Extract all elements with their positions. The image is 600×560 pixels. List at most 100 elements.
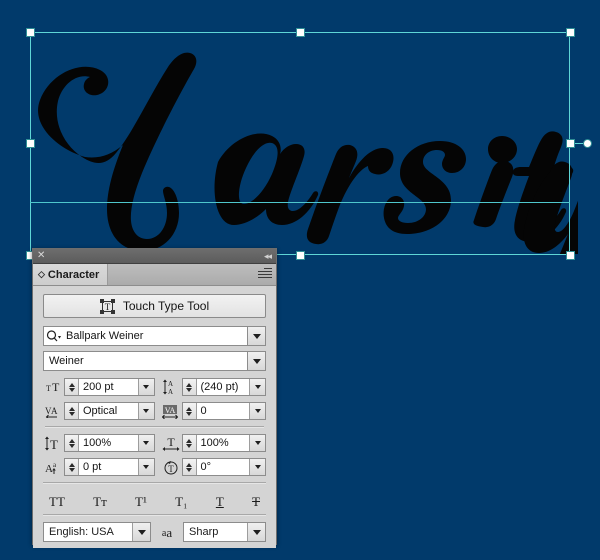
- font-style-dropdown-icon[interactable]: [247, 352, 265, 370]
- baseline-shift-spinner[interactable]: [65, 459, 79, 475]
- anti-aliasing-value[interactable]: Sharp: [184, 523, 247, 541]
- svg-text:T: T: [52, 380, 60, 394]
- kerning-icon: V A: [43, 402, 64, 420]
- character-rotation-icon: T: [161, 458, 182, 476]
- tracking-dropdown-icon[interactable]: [249, 403, 265, 419]
- anti-aliasing-combo[interactable]: Sharp: [183, 522, 266, 542]
- field-character-rotation[interactable]: T 0°: [155, 458, 266, 476]
- superscript-button[interactable]: T¹: [133, 494, 149, 509]
- font-style-value[interactable]: Weiner: [44, 352, 247, 370]
- style-row-divider: [43, 482, 266, 484]
- font-family-value[interactable]: Ballpark Weiner: [64, 327, 247, 345]
- field-kerning[interactable]: V A Optical: [43, 402, 155, 420]
- panel-tab-row[interactable]: ◇ Character: [33, 264, 276, 286]
- language-dropdown-icon[interactable]: [132, 523, 150, 541]
- kerning-input[interactable]: Optical: [64, 402, 155, 420]
- field-baseline-shift[interactable]: A a 0 pt: [43, 458, 155, 476]
- character-rotation-value[interactable]: 0°: [197, 459, 250, 475]
- text-baseline-guide: [30, 202, 570, 203]
- svg-text:A: A: [51, 406, 58, 416]
- touch-type-tool-icon: T: [99, 298, 115, 314]
- leading-dropdown-icon[interactable]: [249, 379, 265, 395]
- font-size-value[interactable]: 200 pt: [79, 379, 138, 395]
- font-size-input[interactable]: 200 pt: [64, 378, 155, 396]
- character-rotation-input[interactable]: 0°: [181, 458, 266, 476]
- tracking-value[interactable]: 0: [197, 403, 250, 419]
- leading-spinner[interactable]: [182, 379, 197, 395]
- font-style-combo[interactable]: Weiner: [43, 351, 266, 371]
- tab-character-label: Character: [47, 268, 100, 281]
- field-tracking[interactable]: VA 0: [155, 402, 266, 420]
- field-row-size-leading: T T 200 pt A A (240 pt): [43, 378, 266, 396]
- svg-text:A: A: [45, 463, 53, 475]
- tab-caret-icon: ◇: [38, 269, 45, 279]
- vertical-scale-dropdown-icon[interactable]: [137, 435, 154, 451]
- rotation-handle[interactable]: [583, 139, 592, 148]
- selection-handle-middle-left[interactable]: [26, 139, 35, 148]
- font-size-icon: T T: [43, 378, 64, 396]
- selection-handle-bottom-center[interactable]: [296, 251, 305, 260]
- selection-handle-top-center[interactable]: [296, 28, 305, 37]
- tracking-input[interactable]: 0: [181, 402, 266, 420]
- horizontal-scale-input[interactable]: 100%: [181, 434, 266, 452]
- anti-aliasing-dropdown-icon[interactable]: [247, 523, 265, 541]
- baseline-shift-value[interactable]: 0 pt: [79, 459, 138, 475]
- field-divider: [45, 426, 264, 428]
- kerning-value[interactable]: Optical: [79, 403, 138, 419]
- field-leading[interactable]: A A (240 pt): [155, 378, 266, 396]
- subscript-button[interactable]: T₁: [173, 494, 189, 509]
- font-family-dropdown-icon[interactable]: [247, 327, 265, 345]
- horizontal-scale-dropdown-icon[interactable]: [249, 435, 265, 451]
- leading-value[interactable]: (240 pt): [197, 379, 250, 395]
- svg-text:T: T: [46, 384, 51, 393]
- svg-text:T: T: [50, 437, 58, 451]
- panel-body: T Touch Type Tool Ballpark Weiner Weiner…: [33, 286, 276, 548]
- anti-aliasing-icon: aa: [161, 524, 173, 540]
- selection-handle-top-left[interactable]: [26, 28, 35, 37]
- tracking-spinner[interactable]: [182, 403, 197, 419]
- leading-input[interactable]: (240 pt): [181, 378, 266, 396]
- app-root: ✕ ◂◂ ◇ Character T Touch Type Tool Ballp…: [0, 0, 600, 560]
- field-vertical-scale[interactable]: T 100%: [43, 434, 155, 452]
- selection-handle-middle-right[interactable]: [566, 139, 575, 148]
- selection-handle-bottom-right[interactable]: [566, 251, 575, 260]
- tab-character[interactable]: ◇ Character: [33, 264, 109, 285]
- panel-menu-icon[interactable]: [258, 268, 272, 280]
- all-caps-button[interactable]: TT: [47, 494, 67, 509]
- touch-type-tool-button[interactable]: T Touch Type Tool: [43, 294, 266, 318]
- language-combo[interactable]: English: USA: [43, 522, 151, 542]
- font-search-icon[interactable]: [44, 327, 64, 345]
- tracking-icon: VA: [161, 402, 182, 420]
- horizontal-scale-value[interactable]: 100%: [197, 435, 250, 451]
- field-row-baseline-rotation: A a 0 pt T 0°: [43, 458, 266, 476]
- text-style-buttons: TT Tᴛ T¹ T₁ T T: [47, 490, 262, 512]
- font-family-combo[interactable]: Ballpark Weiner: [43, 326, 266, 346]
- strikethrough-button[interactable]: T: [250, 494, 262, 509]
- vertical-scale-input[interactable]: 100%: [64, 434, 155, 452]
- vertical-scale-spinner[interactable]: [65, 435, 79, 451]
- touch-type-tool-label: Touch Type Tool: [122, 299, 210, 313]
- font-size-spinner[interactable]: [65, 379, 79, 395]
- collapse-double-chevron-icon[interactable]: ◂◂: [264, 250, 272, 262]
- font-size-dropdown-icon[interactable]: [137, 379, 154, 395]
- kerning-spinner[interactable]: [65, 403, 79, 419]
- vertical-scale-value[interactable]: 100%: [79, 435, 138, 451]
- small-caps-button[interactable]: Tᴛ: [91, 494, 109, 509]
- baseline-shift-input[interactable]: 0 pt: [64, 458, 155, 476]
- character-rotation-dropdown-icon[interactable]: [249, 459, 265, 475]
- character-panel[interactable]: ✕ ◂◂ ◇ Character T Touch Type Tool Ballp…: [32, 248, 277, 548]
- field-font-size[interactable]: T T 200 pt: [43, 378, 155, 396]
- baseline-shift-dropdown-icon[interactable]: [137, 459, 154, 475]
- underline-button[interactable]: T: [214, 494, 226, 509]
- language-value[interactable]: English: USA: [44, 523, 132, 541]
- kerning-dropdown-icon[interactable]: [137, 403, 154, 419]
- field-horizontal-scale[interactable]: T 100%: [155, 434, 266, 452]
- selection-bounding-box[interactable]: [30, 32, 570, 255]
- horizontal-scale-spinner[interactable]: [182, 435, 197, 451]
- panel-titlebar[interactable]: ✕ ◂◂: [33, 249, 276, 264]
- character-rotation-spinner[interactable]: [182, 459, 197, 475]
- close-icon[interactable]: ✕: [37, 249, 45, 263]
- svg-text:VA: VA: [165, 406, 176, 415]
- leading-icon: A A: [161, 378, 182, 396]
- selection-handle-top-right[interactable]: [566, 28, 575, 37]
